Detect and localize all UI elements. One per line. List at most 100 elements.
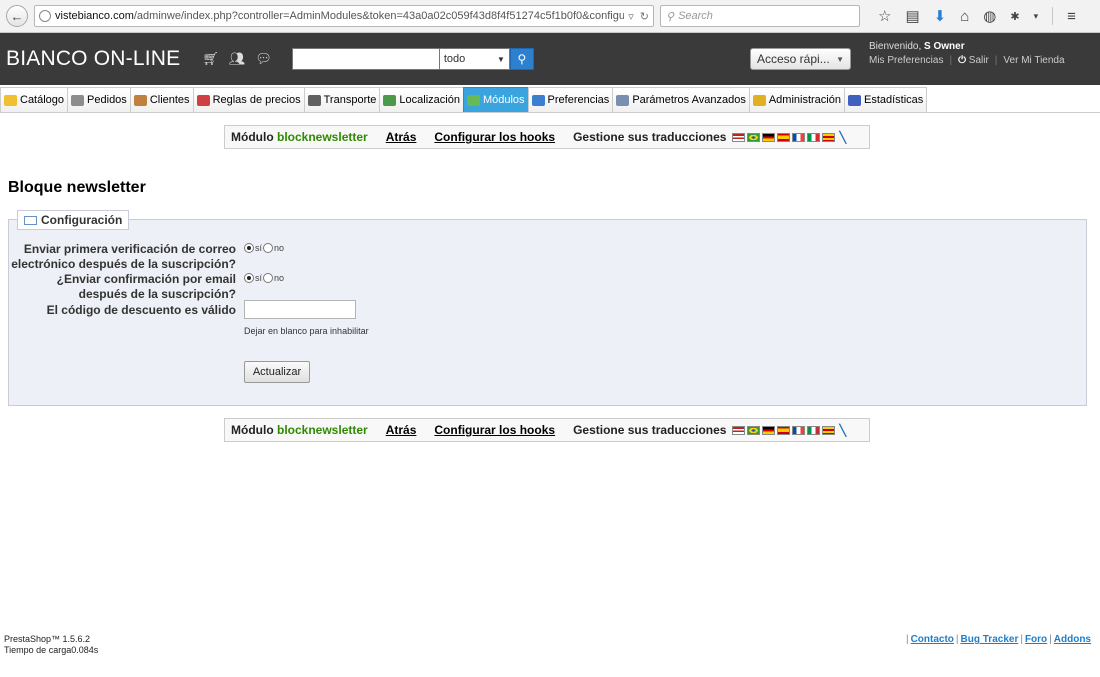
- tab-clientes[interactable]: Clientes: [129, 87, 194, 112]
- tab-localizaci-n[interactable]: Localización: [379, 87, 464, 112]
- module-title: Módulo blocknewsletter: [231, 423, 368, 437]
- welcome-text: Bienvenido,: [869, 41, 922, 52]
- search-button[interactable]: ⚲: [509, 48, 534, 70]
- tab-icon: [531, 94, 545, 106]
- radio-yes-label: sí: [255, 273, 263, 283]
- chevron-down-icon: ▼: [836, 54, 844, 64]
- flag-es-icon[interactable]: [777, 132, 791, 142]
- back-link[interactable]: Atrás: [386, 423, 417, 437]
- radio-no-label: no: [274, 273, 285, 283]
- customers-icon[interactable]: 👥︎: [229, 51, 246, 67]
- flag-fr-icon[interactable]: [792, 425, 806, 435]
- radio-yes[interactable]: [244, 273, 254, 283]
- radio-no[interactable]: [263, 273, 274, 283]
- tab-label: Clientes: [149, 94, 190, 106]
- home-icon[interactable]: ⌂: [960, 8, 969, 25]
- reading-list-icon[interactable]: ▤: [905, 7, 919, 25]
- page-title: Bloque newsletter: [8, 179, 146, 196]
- tab-icon: [847, 94, 861, 106]
- tab-icon: [4, 94, 17, 106]
- power-icon: ⏻: [958, 55, 966, 66]
- footer-link-bug-tracker[interactable]: Bug Tracker: [961, 634, 1019, 645]
- chat-icon[interactable]: ◍: [983, 7, 996, 25]
- tab-label: Pedidos: [87, 94, 127, 106]
- radio-yes[interactable]: [244, 243, 254, 253]
- tab-label: Estadísticas: [863, 94, 924, 106]
- flag-de-icon[interactable]: [762, 425, 776, 435]
- translation-tool-icon[interactable]: ╲: [839, 131, 846, 144]
- browser-search-input[interactable]: ⚲ Search: [660, 5, 860, 27]
- tab-reglas-de-precios[interactable]: Reglas de precios: [192, 87, 305, 112]
- browser-toolbar: ← vistebianco.com/adminwe/index.php?cont…: [0, 0, 1100, 33]
- language-flags: ╲: [732, 131, 846, 144]
- tab-label: Administración: [768, 94, 841, 106]
- tab-icon: [616, 94, 630, 106]
- logout-link[interactable]: ⏻ Salir: [958, 54, 989, 67]
- tab-label: Transporte: [323, 94, 377, 106]
- search-icon: ⚲: [517, 52, 527, 66]
- tab-label: Preferencias: [547, 94, 610, 106]
- flag-es-icon[interactable]: [777, 425, 791, 435]
- tab-m-dulos[interactable]: Módulos: [462, 87, 529, 112]
- flag-en-icon[interactable]: [732, 425, 746, 435]
- reload-icon[interactable]: ↻: [640, 10, 649, 23]
- flag-fr-icon[interactable]: [792, 132, 806, 142]
- configure-hooks-link[interactable]: Configurar los hooks: [434, 423, 555, 437]
- tab-preferencias[interactable]: Preferencias: [527, 87, 614, 112]
- back-button[interactable]: ←: [6, 5, 28, 27]
- view-shop-link[interactable]: Ver Mi Tienda: [1003, 54, 1064, 67]
- envelope-icon: [24, 215, 37, 225]
- configure-hooks-link[interactable]: Configurar los hooks: [434, 130, 555, 144]
- url-path: /adminwe/index.php?controller=AdminModul…: [133, 10, 625, 22]
- radio-no[interactable]: [263, 243, 274, 253]
- url-bar[interactable]: vistebianco.com/adminwe/index.php?contro…: [34, 5, 654, 27]
- module-name: blocknewsletter: [277, 130, 368, 144]
- quick-access-select[interactable]: Acceso rápi... ▼: [750, 48, 851, 70]
- chevron-down-icon: ▼: [496, 54, 505, 64]
- tab-cat-logo[interactable]: Catálogo: [0, 87, 69, 112]
- dropdown-icon[interactable]: ▾: [1034, 11, 1039, 22]
- bookmark-star-icon[interactable]: ☆: [878, 7, 891, 25]
- tab-label: Localización: [399, 94, 460, 106]
- flag-ca-icon[interactable]: [822, 132, 836, 142]
- tab-icon: [307, 94, 321, 106]
- dropdown-arrow-icon[interactable]: ▿: [628, 10, 634, 23]
- tab-label: Catálogo: [20, 94, 65, 106]
- tab-par-metros-avanzados[interactable]: Parámetros Avanzados: [612, 87, 750, 112]
- update-button[interactable]: Actualizar: [244, 361, 310, 383]
- divider: [1052, 7, 1054, 25]
- confirmation-email-label: ¿Enviar confirmación por email después d…: [56, 272, 236, 301]
- tab-label: Parámetros Avanzados: [632, 94, 746, 106]
- my-preferences-link[interactable]: Mis Preferencias: [869, 54, 943, 67]
- footer-link-forum[interactable]: Foro: [1025, 634, 1047, 645]
- quick-access-label: Acceso rápi...: [757, 52, 830, 66]
- footer-link-contact[interactable]: Contacto: [911, 634, 954, 645]
- voucher-input[interactable]: [244, 300, 356, 319]
- footer-info: PrestaShop™ 1.5.6.2 Tiempo de carga0.084…: [4, 634, 98, 656]
- flag-de-icon[interactable]: [762, 132, 776, 142]
- footer-link-addons[interactable]: Addons: [1054, 634, 1091, 645]
- search-scope-select[interactable]: todo ▼: [439, 48, 510, 70]
- tab-pedidos[interactable]: Pedidos: [67, 87, 131, 112]
- flag-br-icon[interactable]: [747, 132, 761, 142]
- translation-tool-icon[interactable]: ╲: [839, 424, 846, 437]
- flag-it-icon[interactable]: [807, 132, 821, 142]
- flag-br-icon[interactable]: [747, 425, 761, 435]
- download-icon[interactable]: ⬇: [934, 7, 947, 25]
- admin-search: todo ▼ ⚲: [291, 48, 534, 70]
- flag-it-icon[interactable]: [807, 425, 821, 435]
- tab-estad-sticas[interactable]: Estadísticas: [843, 87, 928, 112]
- shop-name[interactable]: BIANCO ON-LINE: [6, 47, 180, 71]
- flag-en-icon[interactable]: [732, 132, 746, 142]
- tab-icon: [752, 94, 766, 106]
- cart-icon[interactable]: 🛒︎: [202, 51, 219, 67]
- tab-transporte[interactable]: Transporte: [303, 87, 381, 112]
- menu-icon[interactable]: ≡: [1067, 8, 1076, 25]
- tab-administraci-n[interactable]: Administración: [748, 87, 845, 112]
- admin-search-input[interactable]: [291, 48, 440, 70]
- extension-icon[interactable]: ✱: [1010, 10, 1019, 23]
- flag-ca-icon[interactable]: [822, 425, 836, 435]
- back-link[interactable]: Atrás: [386, 130, 417, 144]
- messages-icon[interactable]: 💬︎: [255, 51, 272, 67]
- user-name: S Owner: [924, 41, 965, 52]
